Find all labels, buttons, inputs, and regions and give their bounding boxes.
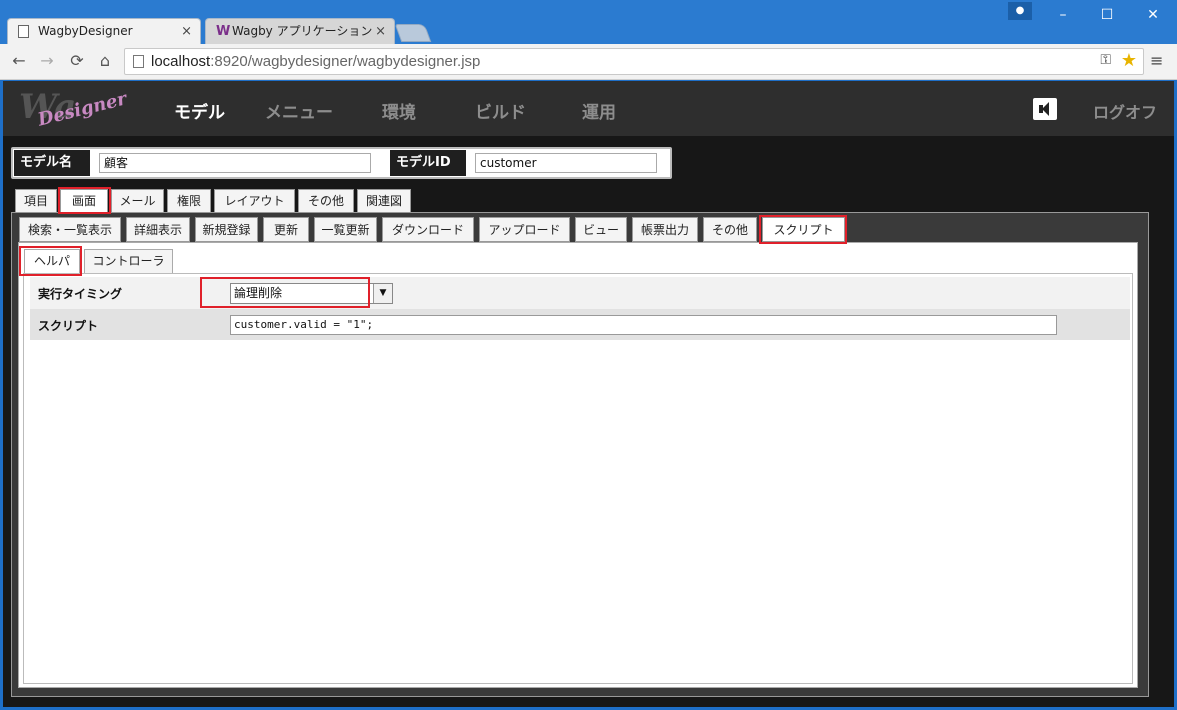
minimize-button[interactable]: – bbox=[1040, 0, 1086, 30]
tab-close-icon[interactable]: × bbox=[375, 19, 386, 44]
chevron-down-icon[interactable]: ▼ bbox=[373, 284, 392, 303]
reload-icon[interactable]: ⟳ bbox=[66, 50, 88, 72]
tab-relation-diagram[interactable]: 関連図 bbox=[357, 189, 411, 212]
bookmark-star-icon[interactable]: ★ bbox=[1121, 50, 1137, 71]
tab-items[interactable]: 項目 bbox=[15, 189, 57, 212]
home-icon[interactable]: ⌂ bbox=[94, 50, 116, 72]
tab-search-list[interactable]: 検索・一覧表示 bbox=[19, 217, 121, 242]
model-id-input[interactable]: customer bbox=[475, 153, 657, 173]
timing-row: 実行タイミング 論理削除 ▼ bbox=[30, 277, 1130, 309]
page-info-icon[interactable] bbox=[133, 55, 144, 68]
close-window-button[interactable]: ✕ bbox=[1130, 0, 1176, 30]
nav-build[interactable]: ビルド bbox=[475, 98, 526, 123]
nav-environment[interactable]: 環境 bbox=[382, 98, 416, 123]
timing-label: 実行タイミング bbox=[38, 287, 123, 301]
app-container: Wa Designer モデル メニュー 環境 ビルド 運用 ログオフ モデル名… bbox=[3, 81, 1174, 707]
tab-update[interactable]: 更新 bbox=[263, 217, 309, 242]
tab-new[interactable]: 新規登録 bbox=[195, 217, 258, 242]
wagby-designer-logo: Wa Designer bbox=[19, 87, 129, 131]
browser-tab-title: WagbyDesigner bbox=[38, 24, 133, 38]
tab-detail[interactable]: 詳細表示 bbox=[126, 217, 190, 242]
tab-mail[interactable]: メール bbox=[111, 189, 164, 212]
tab-screen[interactable]: 画面 bbox=[60, 189, 108, 212]
tab-download[interactable]: ダウンロード bbox=[382, 217, 474, 242]
nav-model[interactable]: モデル bbox=[174, 98, 225, 123]
timing-select[interactable]: 論理削除 ▼ bbox=[230, 283, 393, 304]
tab-close-icon[interactable]: × bbox=[181, 19, 192, 44]
browser-titlebar: ● – ☐ ✕ WagbyDesigner × W Wagby アプリケーション… bbox=[0, 0, 1177, 44]
browser-tab-wagby-app[interactable]: W Wagby アプリケーション ログオ × bbox=[205, 18, 395, 44]
model-name-input[interactable]: 顧客 bbox=[99, 153, 371, 173]
tab-upload[interactable]: アップロード bbox=[479, 217, 570, 242]
wagby-favicon-icon: W bbox=[216, 24, 231, 39]
nav-operation[interactable]: 運用 bbox=[582, 98, 616, 123]
timing-select-value: 論理削除 bbox=[234, 286, 283, 300]
app-navbar: Wa Designer モデル メニュー 環境 ビルド 運用 ログオフ bbox=[3, 81, 1174, 136]
nav-menu[interactable]: メニュー bbox=[265, 98, 333, 123]
model-info-bar: モデル名 顧客 モデルID customer bbox=[11, 147, 672, 179]
page-icon bbox=[18, 25, 29, 38]
speaker-icon[interactable] bbox=[1033, 98, 1057, 120]
tab-controller[interactable]: コントローラ bbox=[84, 249, 173, 273]
script-row: スクリプト customer.valid = "1"; bbox=[30, 309, 1130, 340]
browser-menu-icon[interactable]: ≡ bbox=[1150, 52, 1166, 70]
tab-layout[interactable]: レイアウト bbox=[214, 189, 295, 212]
script-label: スクリプト bbox=[38, 319, 99, 333]
tab-report-output[interactable]: 帳票出力 bbox=[632, 217, 698, 242]
new-tab-button[interactable] bbox=[394, 24, 432, 42]
tab-script[interactable]: スクリプト bbox=[762, 217, 845, 242]
browser-toolbar: ← → ⟳ ⌂ localhost:8920/wagbydesigner/wag… bbox=[0, 44, 1177, 80]
browser-tab-title: Wagby アプリケーション ログオ bbox=[232, 24, 372, 38]
back-icon[interactable]: ← bbox=[8, 50, 30, 72]
maximize-button[interactable]: ☐ bbox=[1084, 0, 1130, 30]
browser-tab-wagbydesigner[interactable]: WagbyDesigner × bbox=[7, 18, 201, 44]
tab-helper[interactable]: ヘルパ bbox=[24, 249, 80, 273]
url-text: localhost:8920/wagbydesigner/wagbydesign… bbox=[151, 53, 481, 70]
model-id-label: モデルID bbox=[390, 150, 466, 176]
tab-permission[interactable]: 権限 bbox=[167, 189, 211, 212]
tab-other-screen[interactable]: その他 bbox=[703, 217, 757, 242]
script-input[interactable]: customer.valid = "1"; bbox=[230, 315, 1057, 335]
model-name-label: モデル名 bbox=[14, 150, 90, 176]
forward-icon[interactable]: → bbox=[36, 50, 58, 72]
user-profile-icon[interactable]: ● bbox=[1008, 2, 1032, 20]
tab-other[interactable]: その他 bbox=[298, 189, 354, 212]
address-bar[interactable]: localhost:8920/wagbydesigner/wagbydesign… bbox=[124, 48, 1144, 75]
key-icon[interactable]: ⚿ bbox=[1100, 52, 1111, 68]
tab-bulk-update[interactable]: 一覧更新 bbox=[314, 217, 377, 242]
tab-view[interactable]: ビュー bbox=[575, 217, 627, 242]
logoff-link[interactable]: ログオフ bbox=[1093, 99, 1157, 123]
